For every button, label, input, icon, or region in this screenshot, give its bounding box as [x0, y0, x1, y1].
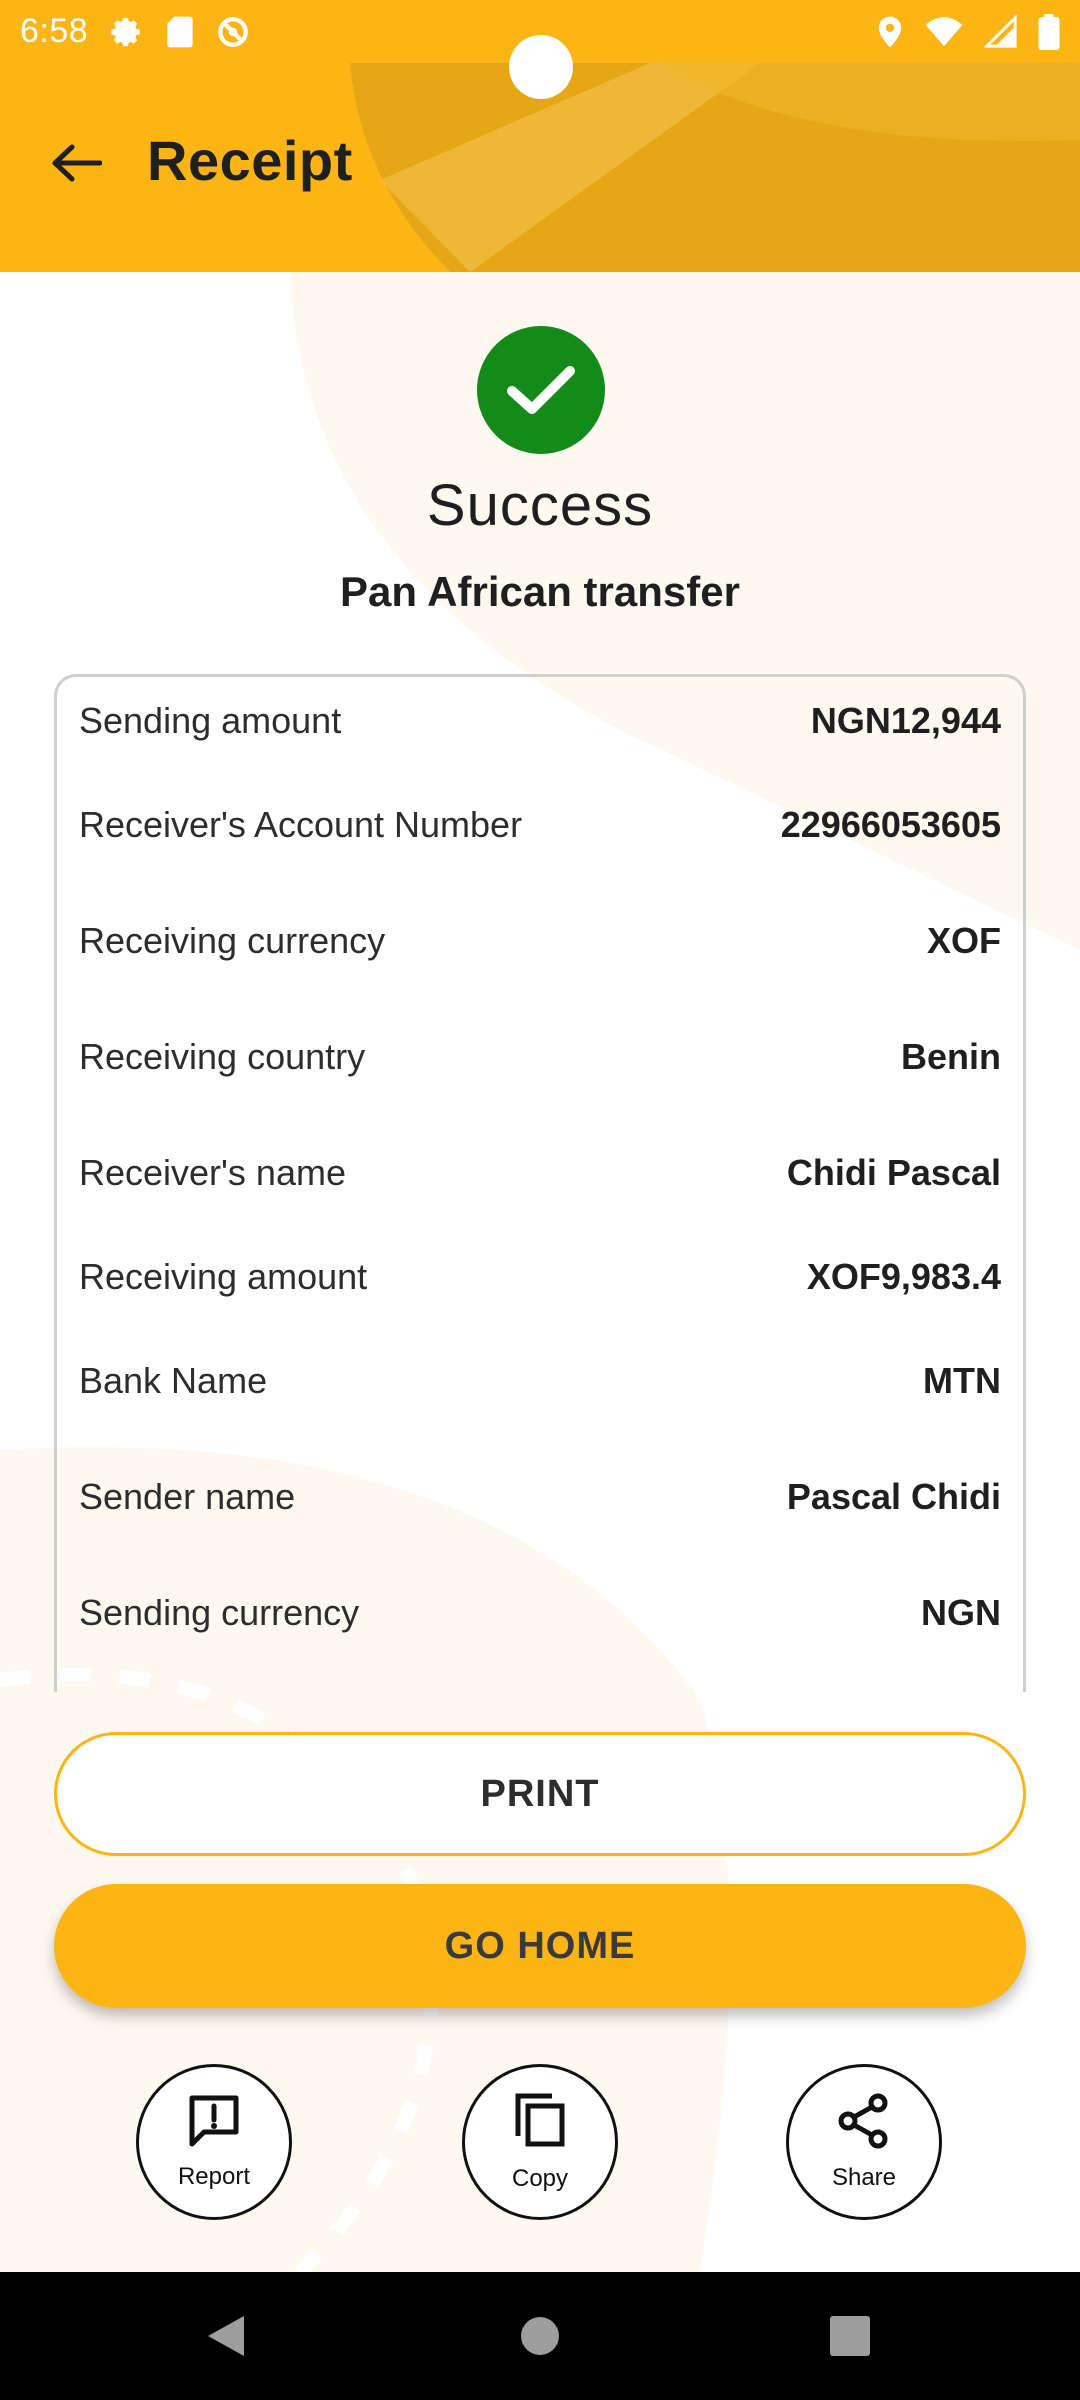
app-bar: Receipt	[0, 100, 1080, 230]
detail-row-sender-name: Sender name Pascal Chidi	[79, 1467, 1001, 1527]
detail-label: Receiver's name	[79, 1152, 346, 1193]
detail-row-receiver-name: Receiver's name Chidi Pascal	[79, 1143, 1001, 1203]
detail-label: Receiver's Account Number	[79, 804, 523, 845]
detail-row-sending-currency: Sending currency NGN	[79, 1583, 1001, 1643]
detail-label: Receiving currency	[79, 920, 386, 961]
detail-row-receiving-currency: Receiving currency XOF	[79, 911, 1001, 971]
copy-icon	[512, 2092, 568, 2155]
copy-label: Copy	[511, 2164, 569, 2192]
home-nav-icon[interactable]	[500, 2296, 580, 2376]
camera-cutout	[509, 35, 573, 99]
report-label: Report	[177, 2162, 251, 2190]
report-icon	[186, 2094, 242, 2153]
status-title: Success	[426, 473, 654, 538]
detail-label: Sending amount	[79, 700, 342, 741]
detail-row-sending-amount: Sending amount NGN12,944	[79, 691, 1001, 751]
battery-icon	[1038, 13, 1060, 50]
detail-label: Sender name	[79, 1476, 296, 1517]
wifi-icon	[924, 15, 964, 49]
detail-label: Receiving country	[79, 1036, 366, 1077]
detail-label: Sending currency	[79, 1592, 360, 1633]
detail-value: XOF9,983.4	[806, 1256, 1001, 1297]
recents-nav-icon[interactable]	[810, 2296, 890, 2376]
detail-value: Pascal Chidi	[786, 1476, 1001, 1517]
print-button[interactable]: PRINT	[54, 1732, 1026, 1856]
detail-row-account-number: Receiver's Account Number 22966053605	[79, 795, 1001, 855]
detail-value: NGN12,944	[810, 700, 1001, 741]
detail-row-receiving-country: Receiving country Benin	[79, 1027, 1001, 1087]
detail-label: Bank Name	[79, 1360, 268, 1401]
signal-icon	[984, 14, 1018, 49]
go-home-button[interactable]: GO HOME	[54, 1884, 1026, 2008]
system-nav-bar	[0, 2272, 1080, 2400]
copy-button[interactable]: Copy	[462, 2064, 618, 2220]
back-button[interactable]	[36, 125, 116, 205]
detail-value: Benin	[900, 1036, 1001, 1077]
detail-row-bank-name: Bank Name MTN	[79, 1351, 1001, 1411]
no-sync-icon	[216, 15, 250, 49]
detail-row-receiving-amount: Receiving amount XOF9,983.4	[79, 1247, 1001, 1307]
detail-value: NGN	[921, 1592, 1001, 1633]
share-button[interactable]: Share	[786, 2064, 942, 2220]
receipt-details-card: Sending amount NGN12,944 Receiver's Acco…	[54, 674, 1026, 1692]
settings-icon	[110, 15, 144, 49]
status-time: 6:58	[20, 12, 89, 50]
detail-label: Receiving amount	[79, 1256, 368, 1297]
detail-value: MTN	[923, 1360, 1001, 1401]
share-label: Share	[831, 2163, 897, 2191]
arrow-left-icon	[50, 143, 103, 188]
sd-card-icon	[166, 15, 194, 49]
share-icon	[836, 2093, 892, 2154]
location-icon	[876, 15, 904, 49]
back-nav-icon[interactable]	[186, 2296, 266, 2376]
detail-value: XOF	[926, 920, 1001, 961]
detail-value: 22966053605	[780, 804, 1001, 845]
check-circle-icon	[477, 326, 605, 454]
transfer-type: Pan African transfer	[340, 568, 740, 615]
detail-value: Chidi Pascal	[786, 1152, 1001, 1193]
report-button[interactable]: Report	[136, 2064, 292, 2220]
header-band: 6:58 Receipt	[0, 0, 1080, 272]
page-title: Receipt	[147, 129, 353, 192]
